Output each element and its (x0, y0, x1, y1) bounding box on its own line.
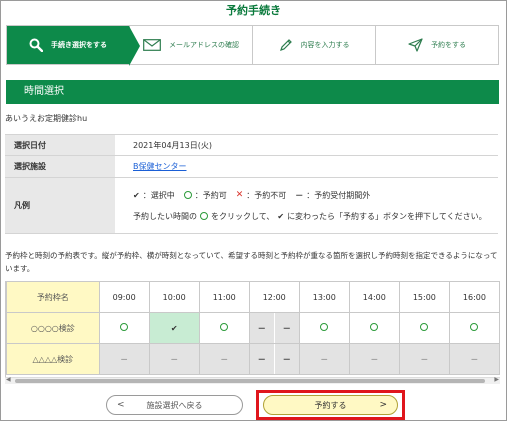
check-icon: ✔ (133, 190, 140, 200)
course-name: あいうえお定期健診hu (5, 114, 88, 123)
dash-icon: － (170, 354, 179, 364)
schedule-grid-scroll[interactable]: 予約枠名 09:00 10:00 11:00 12:00 13:00 14:00 15:00… (5, 281, 500, 377)
check-icon: ✔ (170, 323, 178, 333)
circle-icon (420, 323, 429, 331)
dash-icon: － (249, 313, 274, 343)
step-label: メールアドレスの確認 (169, 41, 239, 49)
mail-icon (143, 39, 161, 51)
date-value: 2021年04月13日(火) (115, 134, 498, 156)
available-slot[interactable] (448, 312, 500, 344)
instruction-pre: 予約したい時間の (133, 211, 197, 221)
available-slot[interactable] (198, 312, 250, 344)
dash-icon: － (249, 344, 274, 374)
dash-icon: － (370, 354, 379, 364)
circle-icon (183, 191, 192, 199)
pencil-icon (279, 39, 292, 51)
circle-icon (370, 323, 379, 331)
time-header: 15:00 (398, 281, 450, 313)
date-label: 選択日付 (5, 134, 115, 156)
scroll-left-icon[interactable]: ◀ (6, 376, 11, 383)
step-label: 予約をする (431, 41, 466, 49)
out-of-period-slot: － (398, 343, 450, 375)
circle-icon (220, 323, 229, 331)
facility-label: 選択施設 (5, 155, 115, 178)
search-icon (29, 38, 43, 52)
available-slot[interactable] (98, 312, 150, 344)
slot-name: △△△△検診 (6, 343, 100, 375)
out-of-period-slot: － (348, 343, 400, 375)
x-icon: ✕ (235, 190, 244, 200)
time-header: 16:00 (448, 281, 500, 313)
legend-selected: ：選択中 (142, 190, 175, 200)
legend-out-of-period: ：予約受付期間外 (306, 190, 371, 200)
grid-row: ○○○○検診 ✔ －－ (6, 312, 500, 344)
circle-icon (320, 323, 329, 331)
dash-icon: － (273, 344, 299, 374)
instruction-post: に変わったら「予約する」ボタンを押下してください。 (287, 211, 487, 221)
legend-unavailable: ：予約不可 (246, 190, 287, 200)
step-indicator: 手続き選択をする メールアドレスの確認 内容を入力する 予約をする (6, 25, 499, 66)
send-icon (408, 38, 423, 52)
out-of-period-slot: － (148, 343, 200, 375)
out-of-period-slot: －－ (248, 312, 300, 344)
out-of-period-slot: － (448, 343, 500, 375)
out-of-period-slot: － (298, 343, 350, 375)
dash-icon: － (420, 354, 429, 364)
out-of-period-slot: － (98, 343, 150, 375)
section-heading: 時間選択 (6, 80, 499, 104)
step-select: 手続き選択をする (7, 26, 140, 66)
step-label: 手続き選択をする (51, 41, 107, 49)
back-button-label: 施設選択へ戻る (146, 400, 203, 410)
time-header: 12:00 (248, 281, 300, 313)
page-title: 予約手続き (226, 4, 281, 17)
available-slot[interactable] (398, 312, 450, 344)
grid-row: △△△△検診－－－－－－－－－ (6, 343, 500, 375)
available-slot[interactable] (298, 312, 350, 344)
dash-icon: － (120, 354, 129, 364)
reserve-button-label: 予約する (314, 400, 347, 410)
circle-icon (120, 323, 129, 331)
time-header: 09:00 (98, 281, 150, 313)
horizontal-scrollbar[interactable]: ◀ ▶ (5, 376, 500, 384)
time-header: 11:00 (198, 281, 250, 313)
scroll-right-icon[interactable]: ▶ (494, 376, 499, 383)
grid-corner-label: 予約枠名 (6, 281, 100, 313)
legend: ✔ ：選択中 ：予約可 ✕ ：予約不可 － ：予約受付期間外 予約したい時間の … (115, 177, 498, 234)
instruction-mid: をクリックして、 (211, 211, 275, 221)
time-header: 10:00 (148, 281, 200, 313)
legend-available: ：予約可 (194, 190, 227, 200)
dash-icon: － (273, 313, 299, 343)
dash-icon: － (295, 190, 304, 200)
selection-info-table: 選択日付 2021年04月13日(火) 選択施設 B保健センター 凡例 ✔ ：選… (5, 134, 498, 234)
time-header: 14:00 (348, 281, 400, 313)
reserve-button[interactable]: 予約する > (263, 395, 398, 415)
time-header: 13:00 (298, 281, 350, 313)
out-of-period-slot: －－ (248, 343, 300, 375)
schedule-grid: 予約枠名 09:00 10:00 11:00 12:00 13:00 14:00 15:00… (6, 281, 500, 375)
available-slot[interactable] (348, 312, 400, 344)
chevron-right-icon: > (379, 400, 387, 410)
legend-label: 凡例 (5, 177, 115, 234)
dash-icon: － (470, 354, 479, 364)
facility-link[interactable]: B保健センター (133, 162, 187, 171)
dash-icon: － (220, 354, 229, 364)
out-of-period-slot: － (198, 343, 250, 375)
circle-icon (200, 212, 208, 220)
check-icon: ✔ (277, 211, 285, 221)
schedule-description: 予約枠と時刻の予約表です。縦が予約枠、横が時刻となっていて、希望する時刻と予約枠… (5, 251, 498, 273)
dash-icon: － (320, 354, 329, 364)
scrollbar-thumb[interactable] (15, 379, 485, 383)
step-input: 内容を入力する (252, 26, 375, 64)
circle-icon (470, 323, 479, 331)
step-label: 内容を入力する (300, 41, 350, 49)
slot-name: ○○○○検診 (6, 312, 100, 344)
chevron-left-icon: < (117, 400, 125, 410)
step-email: メールアドレスの確認 (129, 26, 252, 64)
step-reserve: 予約をする (375, 26, 498, 64)
selected-slot[interactable]: ✔ (148, 312, 200, 344)
back-to-facility-button[interactable]: < 施設選択へ戻る (106, 395, 243, 415)
